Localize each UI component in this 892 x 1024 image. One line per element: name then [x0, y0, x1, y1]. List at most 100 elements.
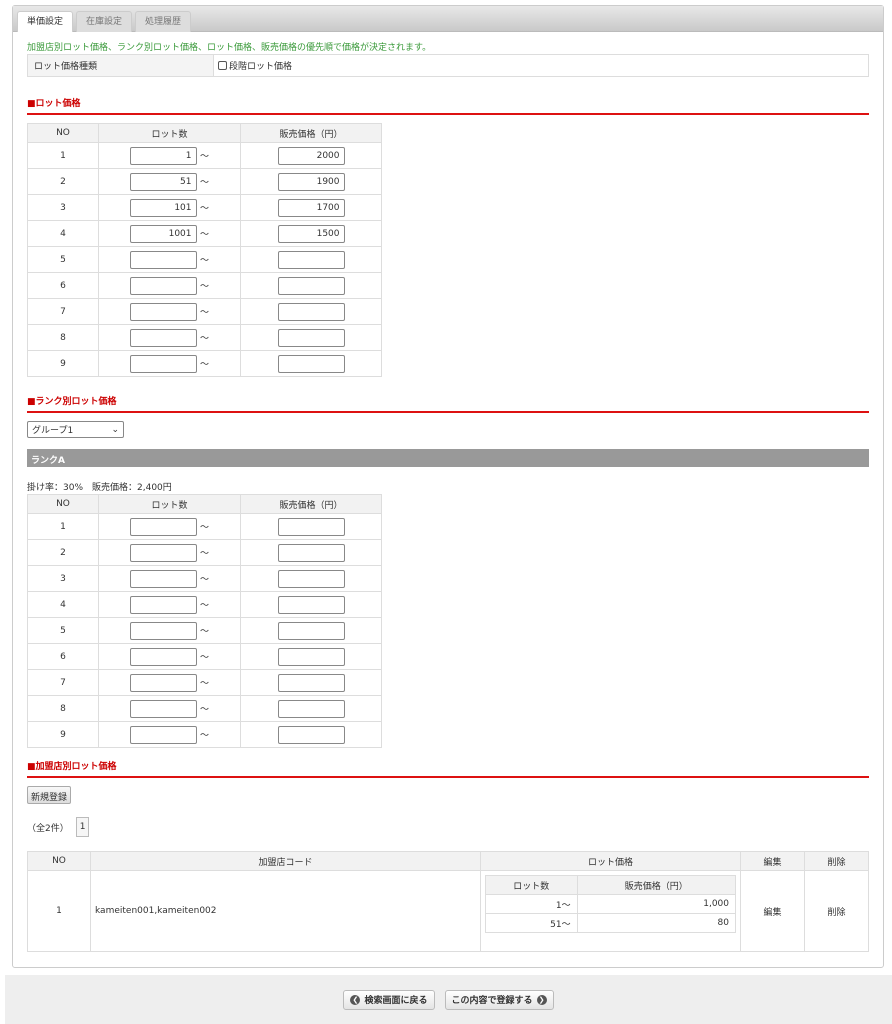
- lot-cell: ～: [98, 643, 241, 670]
- lot-input[interactable]: [129, 647, 197, 666]
- lot-cell: 1 ～: [98, 142, 241, 169]
- tab-history[interactable]: 処理履歴: [135, 11, 192, 32]
- stepped-lot-checkbox[interactable]: [218, 61, 227, 70]
- lot-input[interactable]: [129, 595, 197, 614]
- lot-cell: ～: [98, 591, 241, 618]
- lot-cell: ～: [98, 513, 241, 540]
- rank-lot-heading: ■ランク別ロット価格: [27, 394, 869, 413]
- priority-note: 加盟店別ロット価格、ランク別ロット価格、ロット価格、販売価格の優先順で価格が決定…: [27, 43, 432, 53]
- tilde: ～: [199, 256, 209, 266]
- price-input[interactable]: [277, 517, 345, 536]
- lot-cell: ～: [98, 350, 241, 377]
- lot-input[interactable]: 51: [129, 172, 197, 191]
- col-store-code: 加盟店コード: [90, 851, 481, 871]
- price-cell: [240, 669, 382, 696]
- table-row: 1 ～: [27, 513, 382, 540]
- table-row: 2 ～: [27, 539, 382, 566]
- price-input[interactable]: [277, 276, 345, 295]
- price-input[interactable]: [277, 647, 345, 666]
- lot-input[interactable]: 101: [129, 198, 197, 217]
- table-row: 2 51 ～ 1900: [27, 168, 382, 195]
- price-input[interactable]: [277, 354, 345, 373]
- price-input[interactable]: 1700: [277, 198, 345, 217]
- lot-input[interactable]: [129, 569, 197, 588]
- tilde: ～: [199, 152, 209, 162]
- price-input[interactable]: 1900: [277, 172, 345, 191]
- lot-input[interactable]: [129, 673, 197, 692]
- lot-input[interactable]: [129, 354, 197, 373]
- price-input[interactable]: [277, 621, 345, 640]
- row-no: 1: [27, 142, 99, 169]
- price-input[interactable]: 1500: [277, 224, 345, 243]
- tilde: ～: [199, 653, 209, 663]
- store-lot-heading: ■加盟店別ロット価格: [27, 759, 869, 778]
- lot-input[interactable]: [129, 621, 197, 640]
- price-input[interactable]: [277, 543, 345, 562]
- lot-input[interactable]: [129, 725, 197, 744]
- tilde: ～: [199, 549, 209, 559]
- lot-input[interactable]: [129, 250, 197, 269]
- lot-input[interactable]: [129, 543, 197, 562]
- price-input[interactable]: [277, 725, 345, 744]
- inner-price: 1,000: [576, 894, 737, 914]
- delete-link[interactable]: 削除: [804, 870, 869, 952]
- col-lot-price: ロット価格: [480, 851, 741, 871]
- back-label: 検索画面に戻る: [364, 996, 428, 1006]
- price-cell: [240, 721, 382, 748]
- page-1-link[interactable]: 1: [75, 817, 90, 837]
- price-input[interactable]: [277, 302, 345, 321]
- price-input[interactable]: [277, 699, 345, 718]
- col-edit: 編集: [740, 851, 805, 871]
- register-button[interactable]: この内容で登録する ❯: [444, 989, 554, 1010]
- lot-cell: ～: [98, 695, 241, 722]
- price-input[interactable]: [277, 595, 345, 614]
- price-cell: [240, 513, 382, 540]
- price-input[interactable]: [277, 569, 345, 588]
- price-cell: [240, 272, 382, 299]
- table-row: 4 ～: [27, 591, 382, 618]
- table-row: 8 ～: [27, 695, 382, 722]
- new-register-button[interactable]: 新規登録: [27, 786, 72, 804]
- edit-link[interactable]: 編集: [740, 870, 805, 952]
- tab-stock[interactable]: 在庫設定: [76, 11, 133, 32]
- lot-cell: ～: [98, 298, 241, 325]
- price-cell: [240, 539, 382, 566]
- lot-input[interactable]: [129, 276, 197, 295]
- lot-input[interactable]: [129, 328, 197, 347]
- rank-lot-table: NO ロット数 販売価格（円） 1 ～ 2 ～ 3 ～ 4 ～ 5 ～ 6 ～ 7 ～ 8 ～ 9 ～: [27, 494, 382, 748]
- tab-unit-price[interactable]: 単価設定: [17, 11, 74, 32]
- lot-input[interactable]: 1001: [129, 224, 197, 243]
- tilde: ～: [199, 334, 209, 344]
- price-input[interactable]: [277, 250, 345, 269]
- store-code: kameiten001,kameiten002: [90, 870, 481, 952]
- row-no: 9: [27, 721, 99, 748]
- price-input[interactable]: [277, 328, 345, 347]
- table-row: 7 ～: [27, 298, 382, 325]
- table-row: 3 ～: [27, 565, 382, 592]
- lot-input[interactable]: [129, 302, 197, 321]
- lot-input[interactable]: [129, 517, 197, 536]
- tab-bar: 単価設定 在庫設定 処理履歴: [13, 6, 883, 32]
- tilde: ～: [199, 282, 209, 292]
- price-input[interactable]: [277, 673, 345, 692]
- lot-input[interactable]: 1: [129, 146, 197, 165]
- footer-bar: ❮ 検索画面に戻る この内容で登録する ❯: [5, 975, 892, 1024]
- row-no: 8: [27, 695, 99, 722]
- tilde: ～: [199, 523, 209, 533]
- row-no: 2: [27, 168, 99, 195]
- lot-input[interactable]: [129, 699, 197, 718]
- price-input[interactable]: 2000: [277, 146, 345, 165]
- row-no: 4: [27, 591, 99, 618]
- group-select[interactable]: グループ1 ⌄: [27, 421, 124, 438]
- lot-cell: ～: [98, 246, 241, 273]
- table-row: 1 1 ～ 2000: [27, 142, 382, 169]
- price-cell: 2000: [240, 142, 382, 169]
- col-delete: 削除: [804, 851, 869, 871]
- table-row: 7 ～: [27, 669, 382, 696]
- store-lot-table: NO 加盟店コード ロット価格 編集 削除 1 kameiten001,kamei…: [27, 851, 869, 952]
- row-no: 2: [27, 539, 99, 566]
- table-row: 9 ～: [27, 350, 382, 377]
- table-row: 5 ～: [27, 246, 382, 273]
- back-to-search-button[interactable]: ❮ 検索画面に戻る: [343, 989, 435, 1010]
- row-no: 6: [27, 643, 99, 670]
